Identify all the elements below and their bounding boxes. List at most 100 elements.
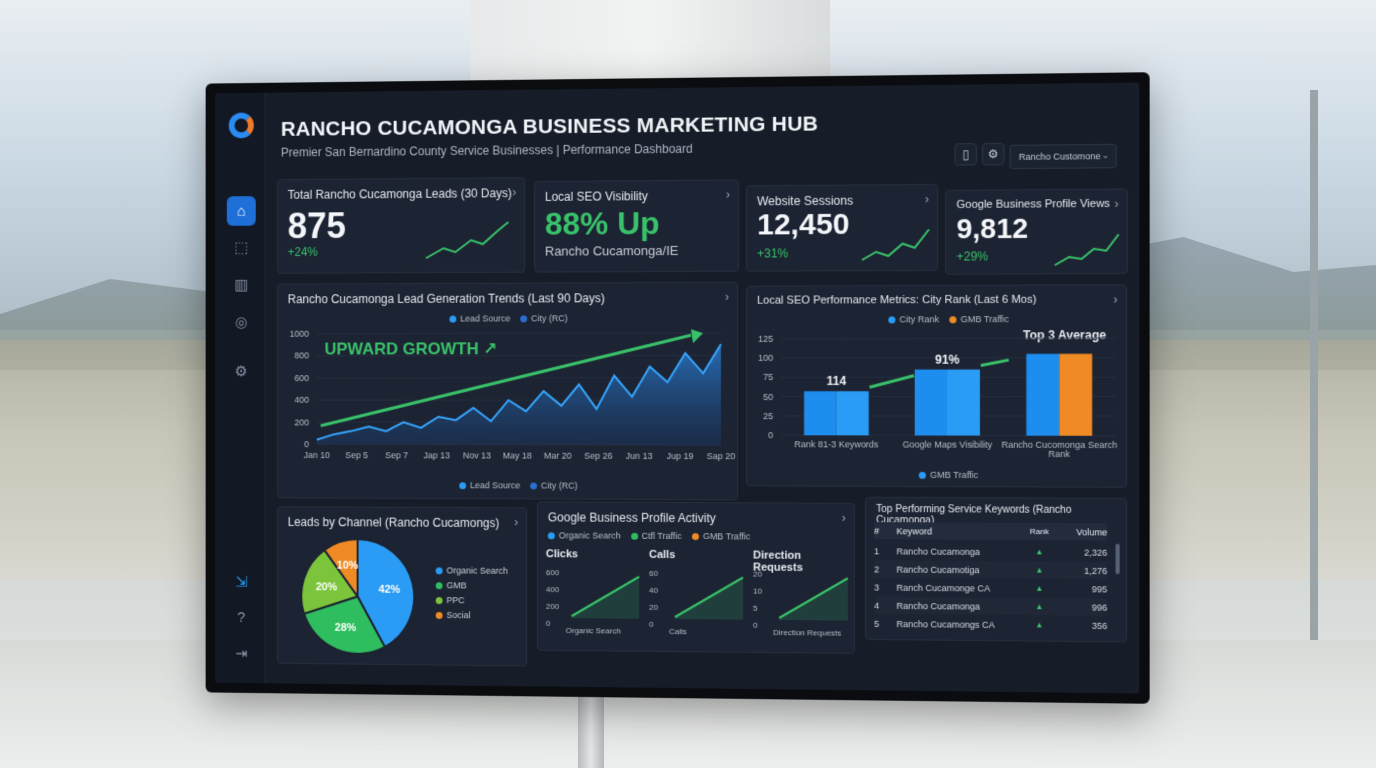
seo-rank-bottom-legend: GMB Traffic [918, 470, 978, 480]
bar-city-rank [1026, 353, 1060, 436]
volume-cell: 2,326 [1084, 547, 1108, 558]
chevron-right-icon[interactable]: › [512, 185, 516, 199]
gbp-tick-label: 0 [545, 618, 551, 628]
y-tick-label: 600 [294, 373, 309, 383]
gear-icon[interactable]: ⚙ [227, 357, 256, 387]
legend-item: PPC [435, 593, 508, 608]
lead-trend-chart: 1000 800 600 400 200 0Jan 10 Sep 5 Sep 7 Jap 13 N… [290, 328, 736, 461]
chevron-right-icon[interactable]: › [726, 188, 730, 202]
y-tick-label: 800 [294, 351, 309, 361]
seo-rank-card: Local SEO Performance Metrics: City Rank… [746, 284, 1127, 488]
table-row[interactable]: 3 Ranch Cucamonge CA ▲ 995 [874, 579, 1107, 598]
trend-chart-icon[interactable]: ⬚ [227, 233, 256, 263]
gbp-tick-label: 20 [753, 569, 763, 579]
chevron-right-icon[interactable]: › [1113, 292, 1117, 306]
rank-trend-icon: ▲ [1035, 547, 1044, 557]
x-tick-label: Nov 13 [463, 450, 491, 460]
legend-item: City Rank [888, 314, 939, 324]
gbp-tick-label: 20 [649, 602, 658, 612]
pie-slice-label: 42% [379, 583, 401, 595]
kpi-title: Local SEO Visibility [544, 189, 648, 204]
location-select-value: Rancho Customone [1018, 151, 1101, 162]
keywords-header-row: # Keyword Rank Volume [874, 522, 1108, 541]
table-row[interactable]: 4 Rancho Cucamonga ▲ 996 [874, 596, 1108, 616]
settings-icon[interactable]: ⚙ [982, 142, 1005, 166]
y-tick-label: 1000 [290, 329, 309, 339]
rank-trend-icon: ▲ [1035, 565, 1044, 575]
gbp-tick-label: 40 [649, 585, 658, 595]
gbp-tick-label: 0 [753, 620, 758, 630]
palette-icon[interactable]: ◎ [227, 307, 256, 337]
x-tick-label: Sap 20 [707, 451, 736, 461]
table-row[interactable]: 2 Rancho Cucamotiga ▲ 1,276 [874, 560, 1108, 580]
gbp-mini-xlabel: Direction Requests [773, 627, 842, 638]
legend-item: Organic Search [435, 563, 508, 578]
gbp-mini-xlabel: Organic Search [565, 626, 621, 636]
chevron-right-icon[interactable]: › [842, 511, 846, 525]
legend-item: Ctfl Traffic [630, 531, 682, 541]
y-tick-label: 0 [768, 430, 773, 440]
keyword-cell: Rancho Cucamongs CA [896, 618, 995, 630]
kpi-card-sessions[interactable]: Website Sessions › 12,450 +31% [746, 183, 939, 272]
bar-city-rank [804, 391, 837, 436]
col-header: Volume [1076, 526, 1108, 537]
help-icon[interactable]: ? [227, 602, 256, 632]
kpi-card-gbp-views[interactable]: Google Business Profile Views › 9,812 +2… [945, 188, 1128, 275]
pie-slice-label: 20% [316, 581, 338, 593]
x-tick-label: Jap 13 [423, 450, 449, 460]
keyword-cell: Rancho Cucamotiga [896, 564, 980, 575]
gbp-mini-label: Direction Requests [753, 549, 803, 574]
table-scrollbar[interactable] [1115, 543, 1120, 575]
location-select[interactable]: Rancho Customone ⌄ [1009, 143, 1117, 170]
export-icon[interactable]: ⇲ [227, 567, 256, 597]
legend-item: Lead Source [459, 480, 520, 490]
sidebar: ⌂ ⬚ ▥ ◎ ⚙ ⇲ ? ⇥ [215, 92, 266, 684]
x-tick-label: Rank [1048, 449, 1070, 459]
kpi-sparkline [1053, 228, 1123, 269]
kpi-delta: +29% [956, 249, 989, 264]
y-tick-label: 400 [294, 395, 309, 405]
col-header: # [874, 525, 880, 536]
legend-item: GMB Traffic [949, 314, 1009, 324]
y-tick-label: 100 [758, 353, 773, 363]
table-row[interactable]: 5 Rancho Cucamongs CA ▲ 356 [874, 615, 1107, 634]
chevron-right-icon[interactable]: › [725, 290, 729, 304]
growth-arrow-head [690, 328, 703, 343]
page-title: RANCHO CUCAMONGA BUSINESS MARKETING HUB [280, 112, 819, 141]
bar-chart-icon[interactable]: ▥ [227, 270, 256, 300]
lead-trend-title: Rancho Cucamonga Lead Generation Trends … [287, 291, 605, 307]
gbp-tick-label: 60 [649, 568, 658, 578]
y-tick-label: 50 [763, 392, 773, 402]
chevron-right-icon[interactable]: › [925, 192, 929, 206]
gbp-tick-label: 400 [545, 585, 560, 595]
kpi-delta: +24% [287, 244, 318, 259]
kpi-card-seo-visibility[interactable]: Local SEO Visibility › 88% Up Rancho Cuc… [534, 179, 740, 273]
volume-cell: 995 [1091, 583, 1108, 594]
table-row[interactable]: 1 Rancho Cucamonga ▲ 2,326 [874, 542, 1107, 561]
kpi-card-leads[interactable]: Total Rancho Cucamonga Leads (30 Days) ›… [277, 177, 526, 274]
home-icon[interactable]: ⌂ [226, 196, 256, 226]
bar-gmb-traffic [947, 369, 980, 436]
volume-cell: 996 [1091, 601, 1108, 613]
x-tick-label: Sep 26 [584, 451, 612, 461]
col-header: Rank [1029, 526, 1049, 537]
kpi-title: Website Sessions [757, 193, 854, 209]
gbp-tick-label: 5 [753, 603, 758, 613]
logout-icon[interactable]: ⇥ [227, 639, 256, 669]
seo-rank-title: Local SEO Performance Metrics: City Rank… [757, 293, 1037, 307]
gbp-mini-label: Clicks [545, 548, 578, 561]
x-tick-label: Jan 10 [304, 450, 330, 460]
lead-trend-card: Rancho Cucamonga Lead Generation Trends … [277, 281, 739, 501]
keyword-cell: Ranch Cucamonge CA [896, 582, 991, 594]
x-tick-label: Rank 81-3 Keywords [794, 439, 879, 449]
seo-rank-legend: City Rank GMB Traffic [888, 314, 1009, 324]
bookmark-icon[interactable]: ▯ [954, 143, 977, 166]
lead-trend-legend-bottom: Lead Source City (RC) [459, 480, 578, 491]
chevron-right-icon[interactable]: › [514, 515, 518, 529]
legend-item: Social [435, 608, 508, 624]
x-tick-label: Mar 20 [544, 451, 572, 461]
keywords-rows: 1 Rancho Cucamonga ▲ 2,326 2 Rancho Cucamotig… [866, 498, 1126, 631]
chevron-right-icon[interactable]: › [1115, 197, 1119, 211]
legend-item: Organic Search [547, 530, 621, 541]
keyword-cell: Rancho Cucamonga [896, 600, 981, 612]
